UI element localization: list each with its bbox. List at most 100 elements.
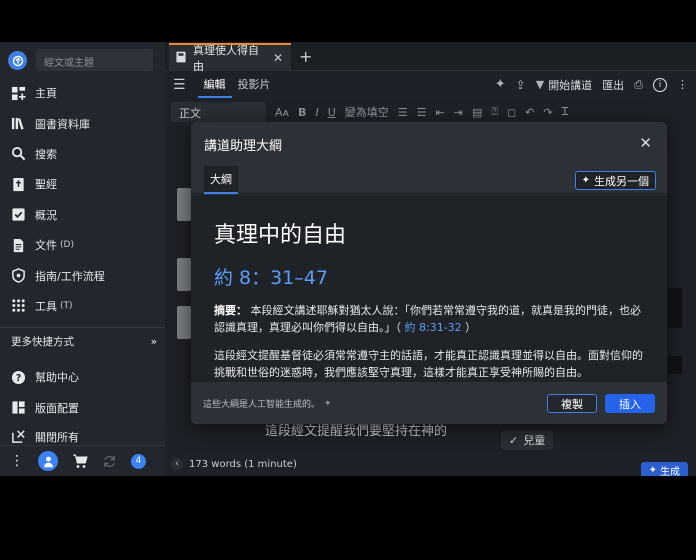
sidebar-item-help[interactable]: ? 幫助中心 [0,362,165,392]
fill-blank-button[interactable]: 變為填空 [345,104,389,120]
check-icon: ✓ [509,433,519,447]
modal-tabs: 大綱 ✦ 生成另一個 [191,166,667,194]
sidebar-item-label: 幫助中心 [35,371,79,385]
indent-icon[interactable]: ⇥ [454,106,463,119]
close-all-icon [10,429,26,445]
insert-button[interactable]: 插入 [605,394,655,413]
undo-icon[interactable]: ↶ [525,106,534,119]
audience-chip[interactable]: ✓ 兒童 [501,430,554,450]
insert-box-icon[interactable]: ◻ [507,106,516,119]
sidebar-item-search[interactable]: 搜索 [0,139,165,169]
layout-icon [10,400,26,416]
scripture-reference[interactable]: 約 8：31–47 [214,263,644,290]
sidebar-item-label: 主頁 [35,87,57,101]
info-icon[interactable]: i [653,77,667,92]
start-preaching-button[interactable]: ▼ 開始講道 [536,77,592,93]
chevron-left-icon[interactable]: ‹ [171,458,183,470]
tab-edit[interactable]: 編輯 [197,71,232,98]
sidebar-item-label: 指南/工作流程 [35,269,105,283]
underline-icon[interactable]: U [328,106,336,119]
outline-summary: 摘要： 本段經文講述耶穌對猶太人說：「你們若常常遵守我的道，就真是我的門徒，也必… [214,302,644,336]
more-shortcuts-toggle[interactable]: 更多快捷方式 » [11,334,157,349]
slide-thumbnail[interactable] [177,188,191,221]
sidebar-item-library[interactable]: 圖書資料庫 [0,108,165,138]
dashboard-icon [10,85,26,101]
outdent-icon[interactable]: ⇤ [436,106,445,119]
more-vertical-icon[interactable]: ⋮ [677,78,688,91]
italic-icon[interactable]: I [315,106,318,119]
export-button[interactable]: 匯出 [602,77,624,93]
outline-content[interactable]: 真理中的自由 約 8：31–47 摘要： 本段經文講述耶穌對猶太人說：「你們若常… [191,195,667,382]
sidebar-item-layout[interactable]: 版面配置 [0,392,165,422]
sidebar-item-close-all[interactable]: 關閉所有 [0,423,165,445]
grid-icon [10,298,26,314]
help-icon: ? [10,369,26,385]
sidebar-nav: 主頁 圖書資料庫 搜索 聖經 概況 文件 (D) 指南/工作流程 工具 (T) [0,78,165,321]
tab-document[interactable]: 真理使人得自由 ✕ [169,43,291,73]
sidebar-item-home[interactable]: 主頁 [0,78,165,108]
sidebar-item-bible[interactable]: 聖經 [0,169,165,199]
print-icon[interactable]: ⎙ [634,78,643,92]
question-icon[interactable]: ⍰ [491,105,498,119]
sparkle-icon: ✦ [648,464,657,476]
sidebar-item-overview[interactable]: 概況 [0,200,165,230]
sidebar-item-tools[interactable]: 工具 (T) [0,291,165,321]
copy-button[interactable]: 複製 [547,394,597,413]
hamburger-menu-icon[interactable]: ☰ [173,77,186,93]
notification-badge[interactable]: 4 [131,453,146,469]
paragraph-style-select[interactable]: 正文 [171,102,266,122]
bold-icon[interactable]: B [298,106,306,119]
close-icon[interactable]: ✕ [639,134,652,152]
editor-toolbar: ☰ 編輯 投影片 ✦ ⇪ ▼ 開始講道 匯出 ⎙ i ⋮ [165,71,696,98]
side-panel-block [668,356,682,374]
avatar[interactable] [38,451,58,471]
status-bar: ‹ 173 words (1 minute) [165,452,696,476]
bullet-list-icon[interactable]: ☰ [398,106,408,119]
numbered-list-icon[interactable]: ☰ [417,106,427,119]
podium-icon: ▼ [535,78,545,91]
sparkle-icon: ✦ [324,398,332,409]
sidebar-item-documents[interactable]: 文件 (D) [0,230,165,260]
sidebar-item-label: 概況 [35,208,57,222]
summary-close: ） [465,321,477,334]
cart-icon[interactable] [72,453,88,469]
clear-format-icon[interactable]: Ꮖ [562,105,569,119]
sparkle-icon[interactable]: ✦ [495,77,506,92]
regenerate-label: 生成另一個 [594,174,649,188]
bible-icon [10,176,26,192]
redo-icon[interactable]: ↷ [543,106,552,119]
add-tab-icon[interactable]: + [299,47,312,66]
app-logo-icon[interactable] [8,51,27,70]
regenerate-button[interactable]: ✦ 生成另一個 [574,171,656,190]
sidebar: 經文或主題 主頁 圖書資料庫 搜索 聖經 概況 文件 (D) 指南/工作流程 工… [0,42,165,476]
tab-slides[interactable]: 投影片 [232,71,277,98]
search-icon [10,146,26,162]
sidebar-item-label: 圖書資料庫 [35,117,90,131]
sidebar-secondary-nav: ? 幫助中心 版面配置 關閉所有 [0,362,165,445]
sidebar-item-label: 關閉所有 [35,430,79,444]
more-vertical-icon[interactable]: ⋮ [10,453,24,469]
share-icon[interactable]: ⇪ [516,78,526,92]
scripture-link[interactable]: 約 8:31-32 [405,321,462,334]
ai-disclaimer: 這些大綱是人工智能生成的。 ✦ [203,397,332,411]
font-size-icon[interactable]: Aᴀ [275,106,289,119]
slide-thumbnail[interactable] [177,258,191,291]
page-icon[interactable]: ▤ [472,106,482,119]
sidebar-item-guides[interactable]: 指南/工作流程 [0,260,165,290]
format-toolbar: 正文 Aᴀ B I U 變為填空 ☰ ☰ ⇤ ⇥ ▤ ⍰ ◻ ↶ ↷ Ꮖ [165,100,696,124]
sermon-assistant-modal: 講道助理大綱 ✕ 大綱 ✦ 生成另一個 真理中的自由 約 8：31–47 摘要：… [191,122,667,424]
search-input[interactable]: 經文或主題 [36,49,153,71]
outline-title: 真理中的自由 [214,223,347,248]
slide-thumbnail[interactable] [177,306,191,339]
sync-icon[interactable] [102,454,117,469]
guide-icon [10,268,26,284]
svg-text:?: ? [15,372,20,383]
close-tab-icon[interactable]: ✕ [273,51,283,65]
sidebar-item-label: 聖經 [35,178,57,192]
tab-outline[interactable]: 大綱 [204,166,238,194]
ai-note-text: 這些大綱是人工智能生成的。 [203,400,321,410]
generate-button[interactable]: ✦ 生成 [640,462,688,476]
toolbar-actions: ✦ ⇪ ▼ 開始講道 匯出 ⎙ i ⋮ [495,71,688,98]
sidebar-bottom-bar: ⋮ 4 [0,445,165,476]
word-count: 173 words (1 minute) [189,458,297,470]
